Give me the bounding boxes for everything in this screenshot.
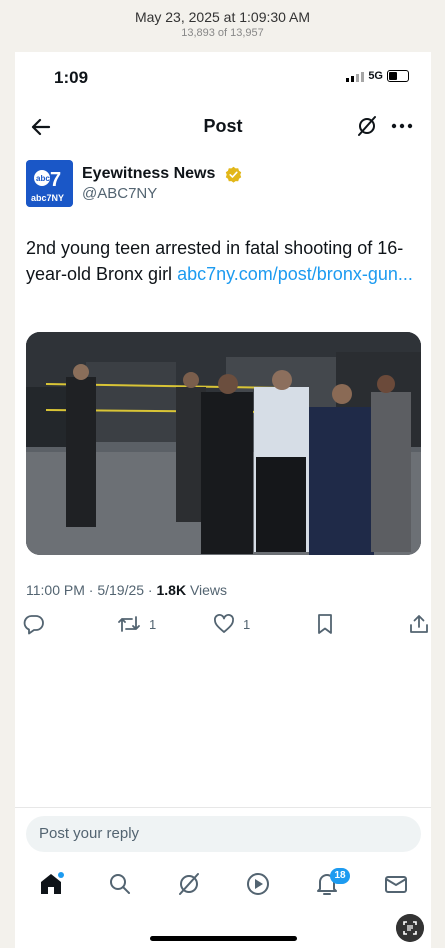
like-action[interactable]: 1 xyxy=(213,613,250,635)
reply-divider xyxy=(15,807,431,808)
grok-tab-icon[interactable] xyxy=(175,870,203,898)
reply-input[interactable]: Post your reply xyxy=(26,816,421,852)
post-timestamp: 11:00 PM · 5/19/25 · xyxy=(26,582,157,598)
video-play-icon[interactable] xyxy=(244,870,272,898)
post-author: abc 7 abc7NY Eyewitness News @ABC7NY xyxy=(26,160,415,210)
notifications-badge: 18 xyxy=(330,868,350,884)
verified-badge-icon xyxy=(225,166,242,183)
screenshot-header: May 23, 2025 at 1:09:30 AM 13,893 of 13,… xyxy=(0,0,445,52)
post-header: Post xyxy=(15,110,431,144)
views-count: 1.8K xyxy=(156,582,187,598)
signal-icon xyxy=(346,71,365,82)
post-text: 2nd young teen arrested in fatal shootin… xyxy=(26,235,421,287)
share-icon xyxy=(410,615,428,633)
more-horizontal-icon[interactable] xyxy=(389,114,415,138)
bottom-tab-bar xyxy=(15,870,431,906)
messages-mail-icon[interactable] xyxy=(382,870,410,898)
share-action[interactable] xyxy=(408,613,430,635)
home-unread-dot xyxy=(58,872,64,878)
search-icon[interactable] xyxy=(106,870,134,898)
battery-icon xyxy=(387,70,409,82)
post-link[interactable]: abc7ny.com/post/bronx-gun... xyxy=(177,264,413,284)
author-name[interactable]: Eyewitness News xyxy=(82,165,215,183)
reply-icon xyxy=(23,615,44,635)
reply-placeholder: Post your reply xyxy=(39,825,140,842)
views-label: Views xyxy=(186,582,228,598)
live-text-scan-icon[interactable] xyxy=(396,914,424,942)
post-image[interactable] xyxy=(26,332,421,555)
status-right: 5G xyxy=(346,70,409,82)
post-actions: 1 1 xyxy=(23,613,428,639)
retweet-action[interactable]: 1 xyxy=(117,613,156,635)
network-label: 5G xyxy=(368,70,383,82)
screenshot-count: 13,893 of 13,957 xyxy=(181,27,264,39)
retweet-count: 1 xyxy=(149,616,157,632)
home-indicator[interactable] xyxy=(150,936,297,941)
retweet-icon xyxy=(118,616,140,632)
bookmark-action[interactable] xyxy=(315,613,335,635)
logo-abc-text: abc xyxy=(36,174,50,183)
phone-screen: 1:09 5G Post abc 7 abc7NY Eyewitness New… xyxy=(15,52,431,948)
status-time: 1:09 xyxy=(54,68,89,87)
screenshot-date: May 23, 2025 at 1:09:30 AM xyxy=(134,9,311,25)
avatar[interactable]: abc 7 abc7NY xyxy=(26,160,73,207)
bookmark-icon xyxy=(318,614,332,634)
logo-seven-text: 7 xyxy=(50,169,61,191)
status-bar: 1:09 5G xyxy=(15,66,431,90)
grok-icon[interactable] xyxy=(355,114,379,138)
reply-action[interactable] xyxy=(23,613,53,635)
author-handle[interactable]: @ABC7NY xyxy=(82,185,157,202)
heart-icon xyxy=(214,614,234,633)
logo-abc7ny-text: abc7NY xyxy=(31,193,64,203)
post-meta: 11:00 PM · 5/19/25 · 1.8K Views xyxy=(26,582,227,598)
like-count: 1 xyxy=(243,616,251,632)
